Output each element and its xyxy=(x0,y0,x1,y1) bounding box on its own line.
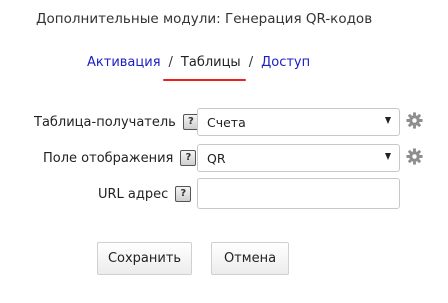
target-table-select[interactable]: Счета xyxy=(197,108,400,136)
help-icon[interactable]: ? xyxy=(180,150,197,166)
tab-separator: / xyxy=(168,55,173,70)
tab-access[interactable]: Доступ xyxy=(261,55,310,70)
tab-bar: Активация / Таблицы / Доступ xyxy=(87,55,310,70)
target-table-label: Таблица-получатель xyxy=(34,114,176,130)
chevron-down-icon xyxy=(385,153,391,160)
url-label-group: URL адрес ? : xyxy=(98,185,201,203)
target-table-label-group: Таблица-получатель ? : xyxy=(34,113,208,131)
save-button[interactable]: Сохранить xyxy=(97,242,192,275)
active-tab-underline xyxy=(163,79,246,81)
tab-tables[interactable]: Таблицы xyxy=(181,55,241,70)
display-field-label-group: Поле отображения ? : xyxy=(43,149,206,167)
gear-icon[interactable] xyxy=(406,112,423,129)
tab-separator: / xyxy=(248,55,254,70)
display-field-select[interactable]: QR xyxy=(197,144,400,172)
target-table-value: Счета xyxy=(207,114,246,130)
display-field-label: Поле отображения xyxy=(43,150,174,166)
qr-module-settings-page: Дополнительные модули: Генерация QR-кодо… xyxy=(0,0,448,303)
cancel-button[interactable]: Отмена xyxy=(211,242,289,275)
help-icon[interactable]: ? xyxy=(175,186,192,202)
chevron-down-icon xyxy=(385,117,391,124)
display-field-value: QR xyxy=(207,150,226,166)
url-label: URL адрес xyxy=(98,186,169,202)
gear-icon[interactable] xyxy=(406,148,423,165)
tab-activation[interactable]: Активация xyxy=(87,55,161,70)
url-input[interactable] xyxy=(197,178,400,209)
page-title: Дополнительные модули: Генерация QR-кодо… xyxy=(36,11,373,27)
